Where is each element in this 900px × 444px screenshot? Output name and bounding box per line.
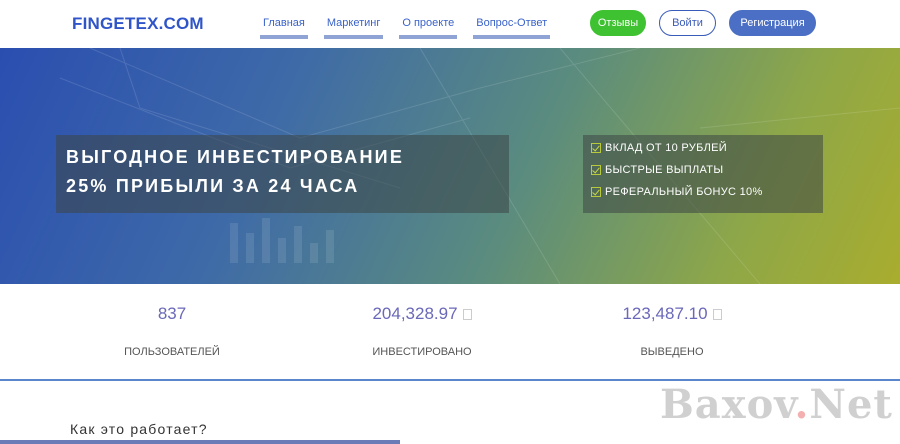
watermark-text: Net: [809, 381, 893, 428]
stat-label: ВЫВЕДЕНО: [640, 346, 704, 358]
how-it-works-underline: [0, 440, 400, 444]
reviews-button[interactable]: Отзывы: [590, 10, 646, 36]
hero-headline: ВЫГОДНОЕ ИНВЕСТИРОВАНИЕ: [66, 147, 405, 167]
stat-label: ПОЛЬЗОВАТЕЛЕЙ: [124, 346, 220, 358]
stat-value: 204,328.97: [372, 304, 458, 323]
stat-invested: 204,328.97 ИНВЕСТИРОВАНО: [352, 304, 492, 358]
register-button[interactable]: Регистрация: [729, 10, 816, 36]
feature-item: ВКЛАД ОТ 10 РУБЛЕЙ: [591, 142, 727, 154]
nav-item-marketing[interactable]: Маркетинг: [323, 0, 384, 48]
stat-value-row: 123,487.10: [602, 304, 742, 324]
site-logo[interactable]: FINGETEX.COM: [72, 14, 204, 34]
checkbox-icon: [591, 187, 601, 197]
currency-icon: [712, 309, 722, 320]
watermark-logo: Baxov.Net: [660, 381, 893, 428]
stat-value: 837: [157, 304, 187, 323]
nav-item-label: Маркетинг: [326, 17, 381, 29]
hero-banner: ВЫГОДНОЕ ИНВЕСТИРОВАНИЕ 25% ПРИБЫЛИ ЗА 2…: [0, 48, 900, 284]
watermark-text: Baxov: [660, 381, 795, 428]
checkbox-icon: [591, 143, 601, 153]
login-button[interactable]: Войти: [659, 10, 716, 36]
stat-withdrawn: 123,487.10 ВЫВЕДЕНО: [602, 304, 742, 358]
feature-item: РЕФЕРАЛЬНЫЙ БОНУС 10%: [591, 186, 763, 198]
feature-label: РЕФЕРАЛЬНЫЙ БОНУС 10%: [605, 186, 763, 198]
nav-item-home[interactable]: Главная: [260, 0, 308, 48]
checkbox-icon: [591, 165, 601, 175]
hero-headline-panel: ВЫГОДНОЕ ИНВЕСТИРОВАНИЕ 25% ПРИБЫЛИ ЗА 2…: [56, 135, 509, 213]
feature-label: БЫСТРЫЕ ВЫПЛАТЫ: [605, 164, 724, 176]
stats-section: 837 ПОЛЬЗОВАТЕЛЕЙ 204,328.97 ИНВЕСТИРОВА…: [0, 284, 900, 380]
nav-item-faq[interactable]: Вопрос-Ответ: [473, 0, 551, 48]
nav-item-label: Главная: [263, 17, 305, 29]
watermark-dot: .: [794, 381, 810, 428]
stat-label: ИНВЕСТИРОВАНО: [372, 346, 472, 358]
site-header: FINGETEX.COM Главная Маркетинг О проекте…: [0, 0, 900, 48]
stat-value-row: 204,328.97: [352, 304, 492, 324]
stat-value: 123,487.10: [622, 304, 708, 323]
nav-item-about[interactable]: О проекте: [399, 0, 458, 48]
hero-features-panel: ВКЛАД ОТ 10 РУБЛЕЙ БЫСТРЫЕ ВЫПЛАТЫ РЕФЕР…: [583, 135, 823, 213]
nav-item-label: О проекте: [402, 17, 455, 29]
currency-icon: [462, 309, 472, 320]
feature-item: БЫСТРЫЕ ВЫПЛАТЫ: [591, 164, 723, 176]
feature-label: ВКЛАД ОТ 10 РУБЛЕЙ: [605, 142, 727, 154]
hero-subheadline: 25% ПРИБЫЛИ ЗА 24 ЧАСА: [66, 176, 360, 196]
how-it-works-title: Как это работает?: [70, 421, 208, 437]
main-nav: Главная Маркетинг О проекте Вопрос-Ответ: [260, 0, 566, 48]
nav-item-label: Вопрос-Ответ: [476, 17, 548, 29]
stat-users: 837 ПОЛЬЗОВАТЕЛЕЙ: [112, 304, 232, 358]
